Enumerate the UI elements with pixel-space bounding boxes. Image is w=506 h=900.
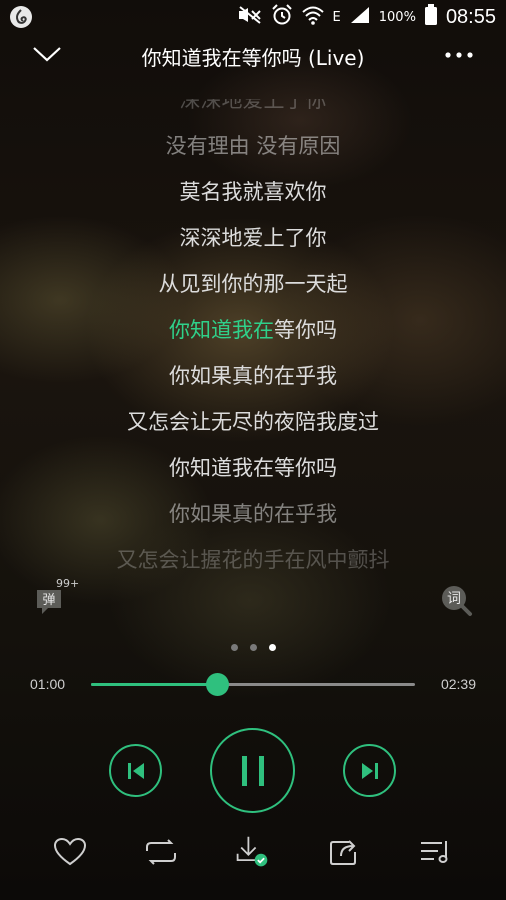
elapsed-time: 01:00 [30,676,66,692]
battery-icon [424,4,438,30]
progress-fill [91,683,218,686]
danmu-label: 弹 [42,593,55,608]
page-dot[interactable] [230,644,238,651]
lyric-line: 你如果真的在乎我 [169,502,337,526]
lyric-line: 你如果真的在乎我 [169,364,337,388]
heart-icon[interactable] [52,834,88,870]
signal-icon [349,5,371,29]
page-indicator [0,644,506,651]
playlist-icon[interactable] [418,834,454,870]
lyric-mode-button[interactable]: 词 [440,584,474,618]
danmu-count-badge: 99+ [56,577,80,590]
skip-next-button[interactable] [343,744,396,797]
more-dots-icon[interactable] [442,42,476,68]
alarm-icon [271,4,293,30]
status-bar: E 100% 08:55 [0,0,506,34]
lyric-line: 你知道我在等你吗 [169,456,337,480]
total-time: 02:39 [440,676,476,692]
bottom-toolbar [0,828,506,878]
page-dot-active[interactable] [268,644,276,651]
repeat-icon[interactable] [143,834,179,870]
chevron-down-icon[interactable] [30,40,64,70]
song-title: 你知道我在等你吗 (Live) [141,45,365,70]
battery-percent: 100% [378,9,416,25]
lyric-line: 深深地爱上了你 [179,88,327,112]
app-icon [10,6,32,28]
download-icon[interactable] [234,834,270,870]
pause-icon [241,755,264,786]
wifi-icon [301,5,325,29]
playback-controls [0,728,506,816]
current-lyric-line: 你知道我在等你吗 [0,314,506,344]
network-type: E [332,9,341,25]
lyric-sung-part: 你知道我在 [169,318,274,342]
lyric-line: 又怎会让无尽的夜陪我度过 [127,410,379,434]
skip-previous-icon [127,762,144,779]
lyric-line: 没有理由 没有原因 [165,134,341,158]
pause-button[interactable] [210,728,295,813]
lyric-mode-label: 词 [447,591,461,607]
danmu-button[interactable]: 弹 99+ [34,577,79,619]
mute-icon [237,6,263,28]
lyric-unsung-part: 等你吗 [274,318,337,342]
skip-next-icon [361,762,378,779]
progress-row: 01:00 02:39 [0,672,506,698]
lyric-line: 莫名我就喜欢你 [179,180,327,204]
progress-thumb[interactable] [206,673,230,696]
page-dot[interactable] [249,644,257,651]
lyrics-panel[interactable]: 深深地爱上了你 没有理由 没有原因 莫名我就喜欢你 深深地爱上了你 从见到你的那… [0,78,506,576]
share-icon[interactable] [326,834,362,870]
skip-previous-button[interactable] [109,744,162,797]
lyric-line: 从见到你的那一天起 [158,272,348,296]
clock: 08:55 [445,5,496,28]
lyric-line: 深深地爱上了你 [179,226,327,250]
player-header: 你知道我在等你吗 (Live) [0,34,506,78]
progress-bar[interactable] [91,673,415,696]
lyric-line: 又怎会让握花的手在风中颤抖 [116,548,390,572]
